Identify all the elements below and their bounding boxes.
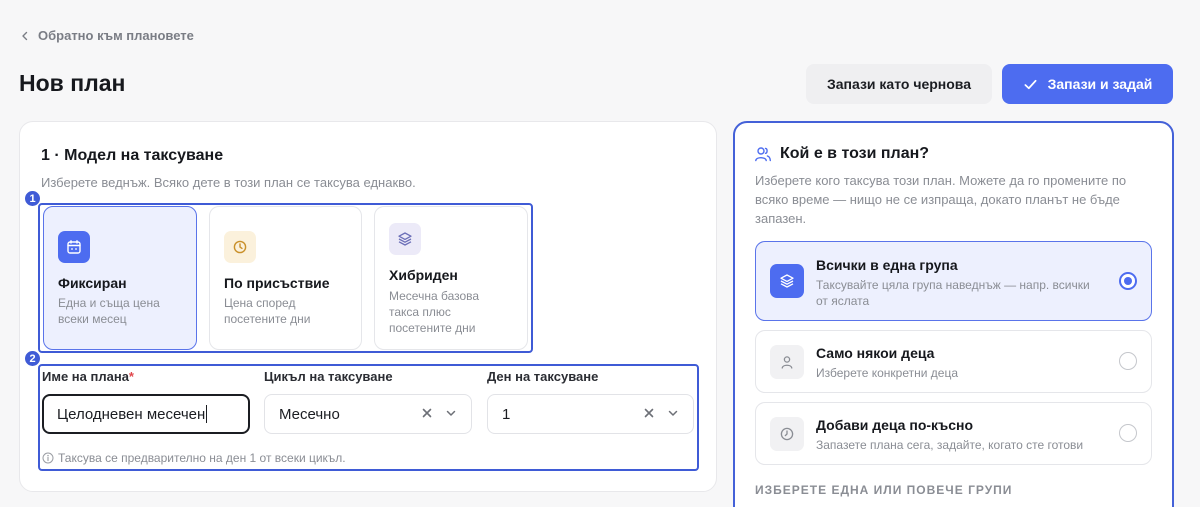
clock-icon	[770, 417, 804, 451]
billing-hint-text: Таксува се предварително на ден 1 от все…	[58, 451, 346, 465]
save-and-assign-label: Запази и задай	[1047, 76, 1153, 92]
plan-name-label: Име на плана*	[42, 369, 134, 384]
back-link[interactable]: Обратно към плановете	[20, 28, 194, 43]
billing-hint: Таксува се предварително на ден 1 от все…	[42, 451, 346, 465]
audience-option-name: Всички в една група	[816, 257, 958, 273]
text-caret	[206, 405, 208, 423]
page-title: Нов план	[19, 70, 126, 96]
save-and-assign-button[interactable]: Запази и задай	[1002, 64, 1173, 104]
highlight-box-1	[38, 203, 533, 353]
audience-subtitle: Изберете кого таксува този план. Можете …	[755, 173, 1127, 226]
audience-option-name: Добави деца по-късно	[816, 417, 974, 433]
clear-icon[interactable]	[643, 407, 655, 419]
audience-option-name: Само някои деца	[816, 345, 935, 361]
audience-title: Кой е в този план?	[754, 145, 929, 163]
audience-option-desc: Таксувайте цяла група наведнъж — напр. в…	[816, 278, 1090, 308]
audience-option-children[interactable]: Само някои деца Изберете конкретни деца	[755, 330, 1152, 393]
plan-name-value: Целодневен месечен	[57, 405, 206, 423]
required-mark: *	[128, 369, 134, 384]
back-link-label: Обратно към плановете	[38, 28, 194, 43]
people-icon	[755, 147, 771, 162]
groups-heading: ИЗБЕРЕТЕ ЕДНА ИЛИ ПОВЕЧЕ ГРУПИ	[755, 483, 1013, 497]
save-draft-label: Запази като чернова	[826, 76, 971, 92]
person-icon	[770, 345, 804, 379]
billing-day-value: 1	[502, 405, 511, 423]
audience-radio[interactable]	[1119, 424, 1137, 442]
audience-radio[interactable]	[1119, 352, 1137, 370]
highlight-badge-2: 2	[24, 350, 41, 367]
check-icon	[1024, 79, 1037, 89]
pricing-section-title: 1 · Модел на таксуване	[41, 147, 224, 164]
audience-option-later[interactable]: Добави деца по-късно Запазете плана сега…	[755, 402, 1152, 465]
audience-option-desc: Изберете конкретни деца	[816, 366, 958, 380]
chevron-down-icon[interactable]	[445, 407, 457, 419]
highlight-badge-1: 1	[24, 190, 41, 207]
audience-title-text: Кой е в този план?	[780, 145, 930, 162]
billing-cycle-label: Цикъл на таксуване	[264, 369, 393, 384]
billing-day-select[interactable]: 1	[487, 394, 694, 434]
audience-radio[interactable]	[1119, 272, 1137, 290]
billing-cycle-select[interactable]: Месечно	[264, 394, 472, 434]
clear-icon[interactable]	[421, 407, 433, 419]
plan-name-label-text: Име на плана	[42, 369, 129, 384]
audience-option-group[interactable]: Всички в една група Таксувайте цяла груп…	[755, 241, 1152, 321]
audience-option-desc: Запазете плана сега, задайте, когато сте…	[816, 438, 1084, 452]
info-icon	[42, 452, 54, 464]
billing-day-label: Ден на таксуване	[487, 369, 599, 384]
pricing-section-subtitle: Изберете веднъж. Всяко дете в този план …	[41, 175, 416, 190]
layers-icon	[770, 264, 804, 298]
save-draft-button[interactable]: Запази като чернова	[806, 64, 992, 104]
chevron-down-icon[interactable]	[667, 407, 679, 419]
chevron-left-icon	[22, 31, 28, 40]
plan-name-input[interactable]: Целодневен месечен	[42, 394, 250, 434]
billing-cycle-value: Месечно	[279, 405, 340, 423]
